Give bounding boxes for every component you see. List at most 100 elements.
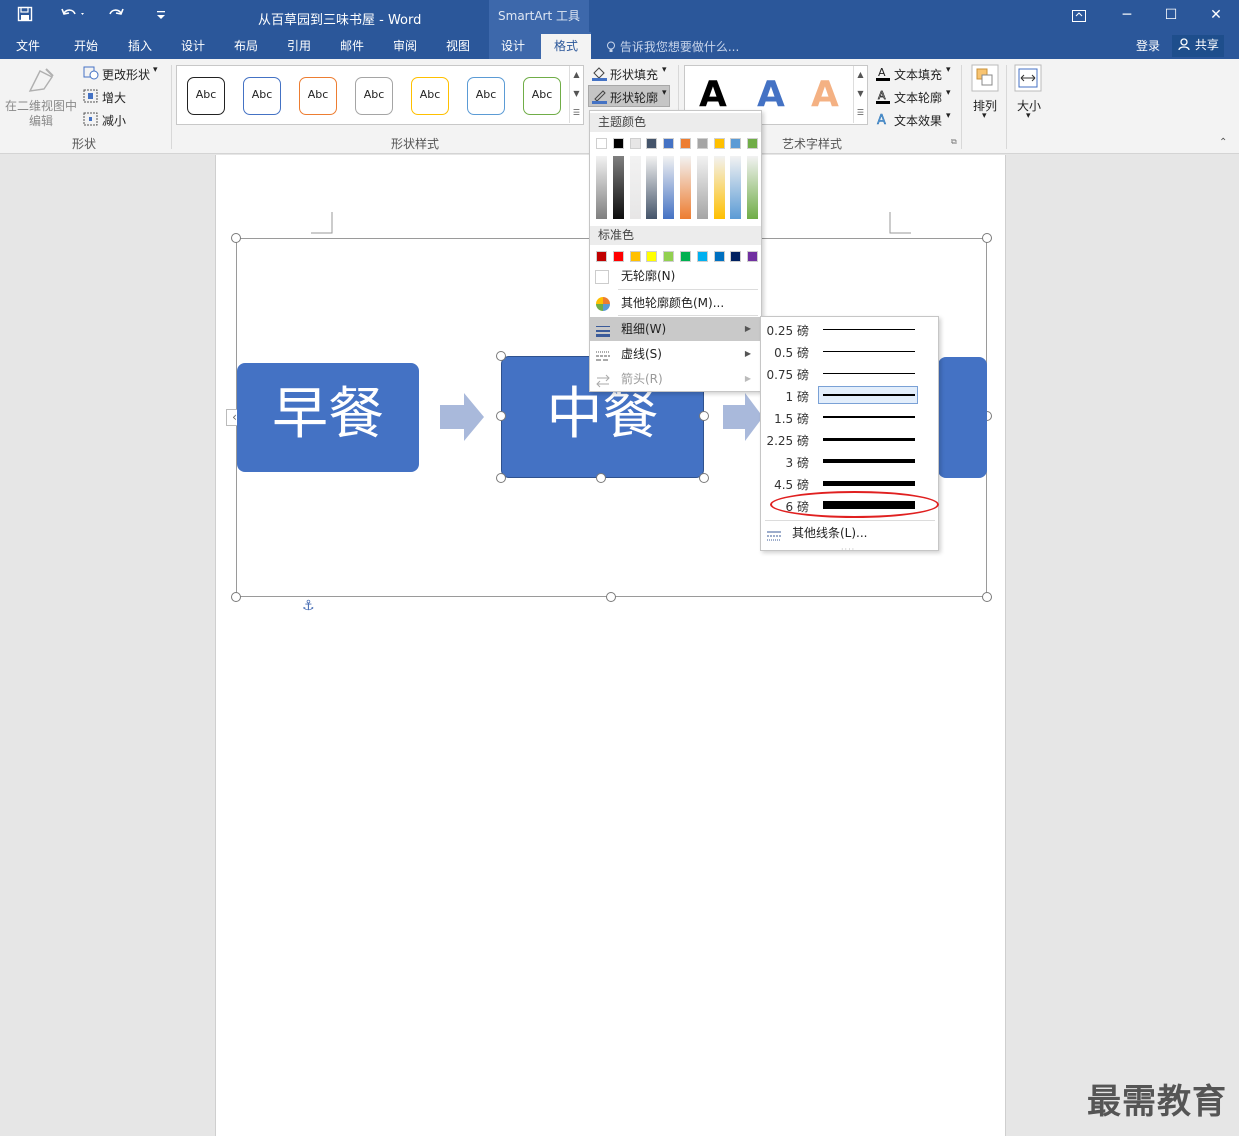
standard-color-swatch[interactable] xyxy=(713,251,725,262)
size-icon[interactable] xyxy=(1014,64,1042,95)
shape-style-6[interactable]: Abc xyxy=(467,77,505,115)
gallery-scroll-up-icon[interactable]: ▲ xyxy=(569,66,583,85)
tab-layout[interactable]: 布局 xyxy=(234,37,258,54)
more-lines-item[interactable]: 其他线条(L)... xyxy=(761,522,938,544)
smartart-shape-dinner[interactable] xyxy=(938,357,987,478)
change-shape-button[interactable]: 更改形状 xyxy=(102,66,150,83)
arrange-dropdown-icon[interactable]: ▾ xyxy=(982,111,987,121)
theme-color-shades[interactable] xyxy=(596,156,607,219)
smaller-button[interactable]: 减小 xyxy=(102,112,126,129)
tab-insert[interactable]: 插入 xyxy=(128,37,152,54)
tab-file[interactable]: 文件 xyxy=(16,37,40,54)
standard-color-swatch[interactable] xyxy=(696,251,708,262)
theme-color-shades[interactable] xyxy=(663,156,675,219)
shape-style-7[interactable]: Abc xyxy=(523,77,561,115)
weight-option[interactable]: 0.75 磅 xyxy=(761,362,938,384)
theme-color-swatch[interactable] xyxy=(696,138,708,149)
theme-color-swatch[interactable] xyxy=(646,138,658,149)
gallery-scroll-down-icon[interactable]: ▼ xyxy=(569,85,583,104)
weight-option[interactable]: 1 磅 xyxy=(761,384,938,406)
shape-handle[interactable] xyxy=(496,351,506,361)
shape-fill-icon[interactable] xyxy=(591,65,608,84)
shape-style-2[interactable]: Abc xyxy=(243,77,281,115)
close-button[interactable]: ✕ xyxy=(1193,0,1239,32)
standard-color-swatch[interactable] xyxy=(646,251,658,262)
maximize-button[interactable]: ☐ xyxy=(1148,0,1194,32)
anchor-icon[interactable]: ⚓ xyxy=(302,598,315,614)
theme-color-swatch[interactable] xyxy=(730,138,742,149)
shape-outline-label[interactable]: 形状轮廓 xyxy=(610,89,658,106)
shape-handle[interactable] xyxy=(596,473,606,483)
tab-home[interactable]: 开始 xyxy=(74,37,98,54)
larger-icon[interactable] xyxy=(83,89,98,106)
weight-option[interactable]: 1.5 磅 xyxy=(761,406,938,428)
text-outline-icon[interactable]: A xyxy=(875,88,891,107)
shape-handle[interactable] xyxy=(699,473,709,483)
resize-handle[interactable] xyxy=(982,592,992,602)
shape-handle[interactable] xyxy=(496,473,506,483)
gallery-more-icon[interactable]: ☰ xyxy=(569,104,583,123)
theme-color-shades[interactable] xyxy=(747,156,759,219)
larger-button[interactable]: 增大 xyxy=(102,89,126,106)
tab-references[interactable]: 引用 xyxy=(287,37,311,54)
customize-qat-icon[interactable] xyxy=(156,6,166,26)
ribbon-display-options-icon[interactable] xyxy=(1056,0,1102,32)
share-button[interactable]: 共享 xyxy=(1172,35,1224,57)
theme-color-swatch[interactable] xyxy=(612,138,624,149)
wordart-scroll-down-icon[interactable]: ▼ xyxy=(853,85,867,104)
theme-color-shades[interactable] xyxy=(713,156,725,219)
shape-outline-dropdown-icon[interactable]: ▾ xyxy=(662,88,667,98)
edit-in-2d-button[interactable]: 在二维视图中编辑 xyxy=(4,99,78,129)
tab-smartart-format[interactable]: 格式 xyxy=(541,34,591,59)
text-effects-dropdown-icon[interactable]: ▾ xyxy=(946,111,951,121)
wordart-style-orange[interactable]: A xyxy=(811,74,839,115)
change-shape-icon[interactable] xyxy=(83,66,99,83)
theme-color-swatch[interactable] xyxy=(663,138,675,149)
tab-review[interactable]: 审阅 xyxy=(393,37,417,54)
save-icon[interactable] xyxy=(17,6,33,26)
tab-design[interactable]: 设计 xyxy=(181,37,205,54)
shape-handle[interactable] xyxy=(496,411,506,421)
dashes-item[interactable]: 虚线(S) ▶ xyxy=(590,342,761,366)
theme-color-swatch[interactable] xyxy=(680,138,691,149)
weight-item[interactable]: 粗细(W) ▶ xyxy=(590,317,761,341)
weight-option[interactable]: 0.25 磅 xyxy=(761,318,938,340)
text-outline-button[interactable]: 文本轮廓 xyxy=(894,89,942,106)
shape-style-4[interactable]: Abc xyxy=(355,77,393,115)
wordart-style-black[interactable]: A xyxy=(699,74,727,115)
arrange-icon[interactable] xyxy=(971,64,999,95)
login-link[interactable]: 登录 xyxy=(1136,37,1160,54)
shape-fill-dropdown-icon[interactable]: ▾ xyxy=(662,65,667,75)
minimize-button[interactable]: ─ xyxy=(1104,0,1150,32)
tab-mailings[interactable]: 邮件 xyxy=(340,37,364,54)
resize-handle[interactable] xyxy=(231,592,241,602)
standard-color-swatch[interactable] xyxy=(596,251,607,262)
theme-color-swatch[interactable] xyxy=(596,138,607,149)
tell-me-box[interactable]: 告诉我您想要做什么... xyxy=(606,38,739,55)
standard-color-swatch[interactable] xyxy=(747,251,759,262)
edit-2d-icon[interactable] xyxy=(26,65,56,98)
weight-option[interactable]: 3 磅 xyxy=(761,450,938,472)
smartart-shape-breakfast[interactable]: 早餐 xyxy=(237,363,419,472)
undo-icon[interactable] xyxy=(60,6,86,26)
text-fill-button[interactable]: 文本填充 xyxy=(894,66,942,83)
size-dropdown-icon[interactable]: ▾ xyxy=(1026,111,1031,121)
theme-color-shades[interactable] xyxy=(680,156,691,219)
theme-color-shades[interactable] xyxy=(696,156,708,219)
change-shape-dropdown-icon[interactable]: ▾ xyxy=(153,65,158,75)
standard-color-swatch[interactable] xyxy=(663,251,675,262)
theme-color-shades[interactable] xyxy=(629,156,641,219)
standard-color-swatch[interactable] xyxy=(730,251,742,262)
text-fill-dropdown-icon[interactable]: ▾ xyxy=(946,65,951,75)
weight-option[interactable]: 2.25 磅 xyxy=(761,428,938,450)
tab-view[interactable]: 视图 xyxy=(446,37,470,54)
collapse-ribbon-icon[interactable]: ⌃ xyxy=(1219,137,1227,148)
shape-outline-icon[interactable] xyxy=(591,88,608,107)
resize-handle[interactable] xyxy=(231,233,241,243)
resize-handle[interactable] xyxy=(606,592,616,602)
theme-color-swatch[interactable] xyxy=(747,138,759,149)
theme-color-swatch[interactable] xyxy=(713,138,725,149)
theme-color-shades[interactable] xyxy=(612,156,624,219)
more-outline-colors-item[interactable]: 其他轮廓颜色(M)... xyxy=(590,291,761,315)
theme-color-shades[interactable] xyxy=(730,156,742,219)
